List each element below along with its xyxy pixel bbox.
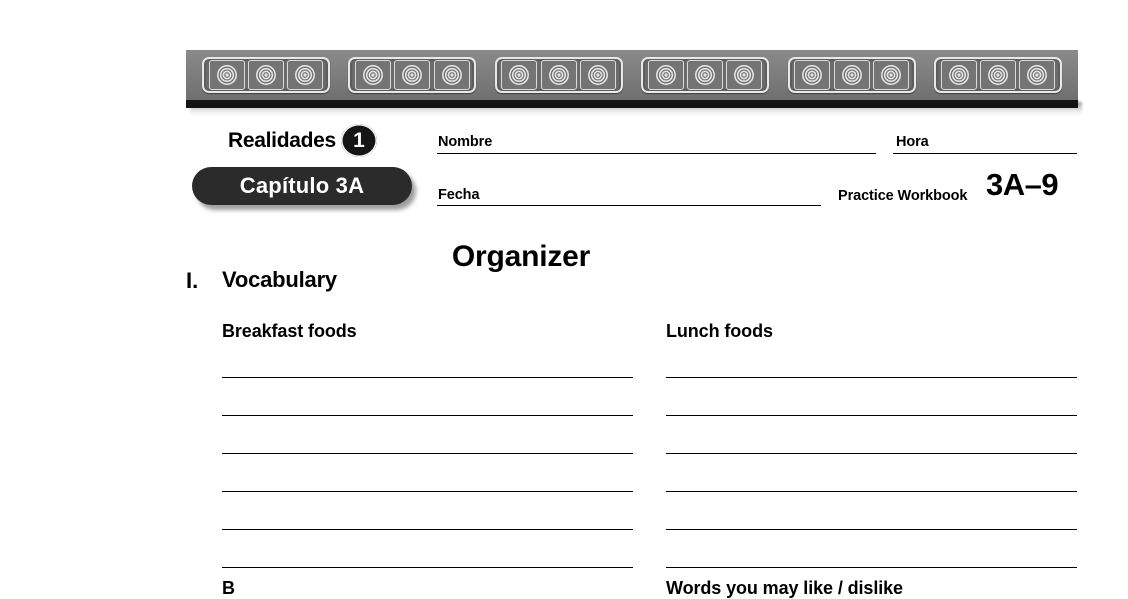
answer-line[interactable] bbox=[222, 567, 633, 568]
concentric-circle-icon bbox=[726, 60, 763, 90]
name-field-rule[interactable] bbox=[437, 153, 876, 154]
next-column-heading-left-partial: B bbox=[222, 578, 235, 598]
chapter-badge: Capítulo 3A bbox=[192, 167, 412, 205]
banner-cartouche bbox=[348, 57, 477, 93]
next-column-heading-right-partial: Words you may like / dislike bbox=[666, 578, 903, 598]
concentric-circle-icon bbox=[580, 60, 617, 90]
decorative-header-banner bbox=[186, 50, 1082, 116]
answer-line[interactable] bbox=[222, 491, 633, 492]
answer-line[interactable] bbox=[222, 453, 633, 454]
banner-base-bar bbox=[186, 100, 1078, 108]
concentric-circle-icon bbox=[647, 60, 684, 90]
answer-line[interactable] bbox=[666, 491, 1077, 492]
column-heading-lunch: Lunch foods bbox=[666, 321, 773, 341]
banner-cartouche bbox=[202, 57, 330, 93]
concentric-circle-icon bbox=[872, 60, 909, 90]
date-field-rule[interactable] bbox=[437, 205, 821, 206]
page-title: Organizer bbox=[451, 240, 591, 273]
banner-cartouche bbox=[787, 57, 916, 93]
name-field-label: Nombre bbox=[438, 134, 493, 150]
answer-line[interactable] bbox=[666, 529, 1077, 530]
section-title: Vocabulary bbox=[222, 267, 337, 292]
level-badge: 1 bbox=[341, 124, 377, 157]
concentric-circle-icon bbox=[501, 60, 538, 90]
banner-strip bbox=[186, 50, 1078, 100]
date-field-label: Fecha bbox=[438, 187, 480, 203]
section-number: I. bbox=[186, 268, 199, 293]
answer-line[interactable] bbox=[222, 529, 633, 530]
series-title: Realidades bbox=[228, 129, 336, 152]
banner-cartouche bbox=[494, 57, 623, 93]
banner-cartouche bbox=[933, 57, 1062, 93]
hour-field-label: Hora bbox=[896, 134, 929, 150]
answer-line[interactable] bbox=[222, 415, 633, 416]
concentric-circle-icon bbox=[940, 60, 977, 90]
concentric-circle-icon bbox=[394, 60, 431, 90]
practice-workbook-label: Practice Workbook bbox=[838, 188, 968, 204]
concentric-circle-icon bbox=[979, 60, 1016, 90]
column-heading-breakfast: Breakfast foods bbox=[222, 321, 357, 341]
answer-line[interactable] bbox=[666, 453, 1077, 454]
workbook-code: 3A–9 bbox=[986, 167, 1059, 202]
answer-line[interactable] bbox=[666, 377, 1077, 378]
answer-line[interactable] bbox=[222, 377, 633, 378]
concentric-circle-icon bbox=[540, 60, 577, 90]
worksheet-page: Realidades 1 Capítulo 3A Nombre Hora Fec… bbox=[0, 0, 1128, 598]
answer-line[interactable] bbox=[666, 415, 1077, 416]
concentric-circle-icon bbox=[687, 60, 724, 90]
hour-field-rule[interactable] bbox=[893, 153, 1077, 154]
concentric-circle-icon bbox=[1019, 60, 1056, 90]
answer-line[interactable] bbox=[666, 567, 1077, 568]
concentric-circle-icon bbox=[433, 60, 470, 90]
banner-cartouche bbox=[641, 57, 770, 93]
concentric-circle-icon bbox=[833, 60, 870, 90]
concentric-circle-icon bbox=[355, 60, 392, 90]
concentric-circle-icon bbox=[247, 60, 284, 90]
concentric-circle-icon bbox=[208, 60, 245, 90]
concentric-circle-icon bbox=[287, 60, 324, 90]
concentric-circle-icon bbox=[794, 60, 831, 90]
